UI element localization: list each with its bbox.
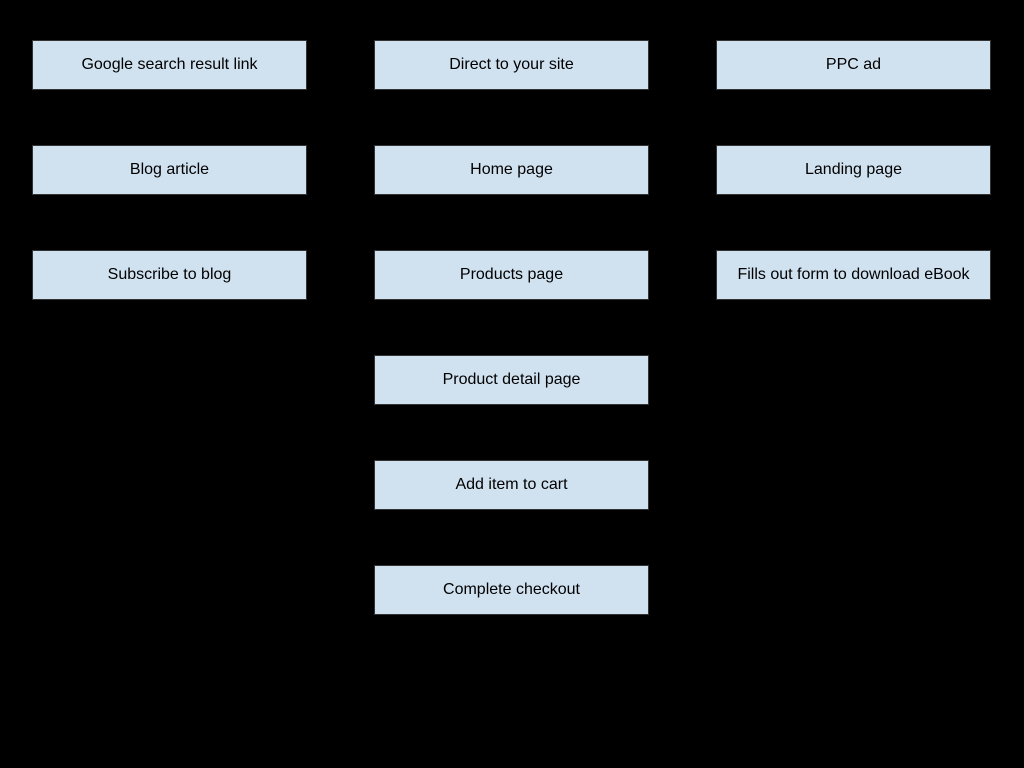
node-blog-article: Blog article — [32, 145, 307, 195]
node-product-detail: Product detail page — [374, 355, 649, 405]
node-landing-page: Landing page — [716, 145, 991, 195]
node-label: Landing page — [805, 161, 902, 179]
node-label: Add item to cart — [455, 476, 567, 494]
node-home-page: Home page — [374, 145, 649, 195]
node-label: Products page — [460, 266, 563, 284]
node-label: Google search result link — [81, 56, 257, 74]
node-label: Direct to your site — [449, 56, 573, 74]
node-ppc-ad: PPC ad — [716, 40, 991, 90]
node-form-ebook: Fills out form to download eBook — [716, 250, 991, 300]
node-label: Blog article — [130, 161, 209, 179]
node-label: Product detail page — [443, 371, 581, 389]
node-subscribe-blog: Subscribe to blog — [32, 250, 307, 300]
node-label: Fills out form to download eBook — [737, 266, 969, 284]
node-label: PPC ad — [826, 56, 881, 74]
node-label: Home page — [470, 161, 553, 179]
node-products-page: Products page — [374, 250, 649, 300]
node-label: Complete checkout — [443, 581, 580, 599]
node-label: Subscribe to blog — [108, 266, 232, 284]
node-add-to-cart: Add item to cart — [374, 460, 649, 510]
node-google-search: Google search result link — [32, 40, 307, 90]
node-direct-site: Direct to your site — [374, 40, 649, 90]
node-complete-checkout: Complete checkout — [374, 565, 649, 615]
